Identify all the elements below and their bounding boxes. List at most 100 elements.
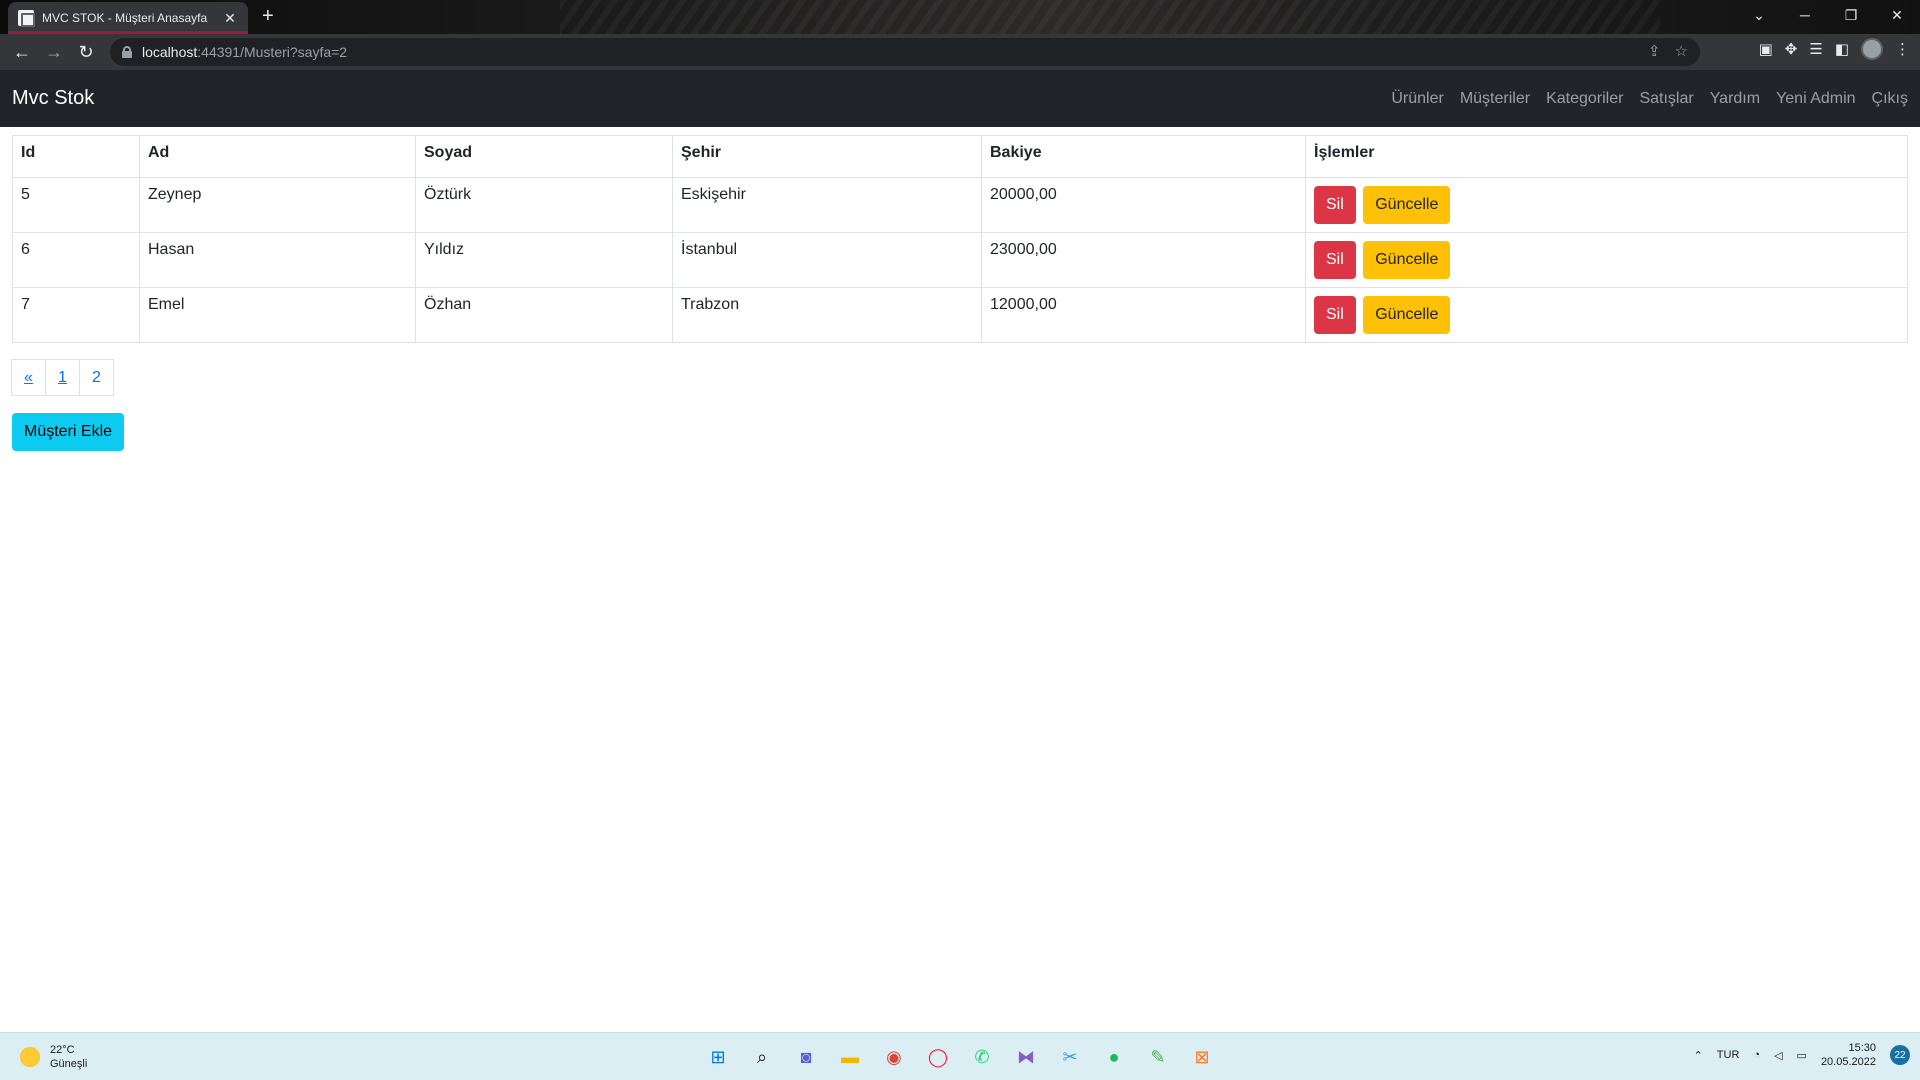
cell-soyad: Özhan [415, 287, 673, 343]
nav-links: Ürünler Müşteriler Kategoriler Satışlar … [1391, 90, 1908, 108]
page-link-2[interactable]: 2 [79, 359, 114, 396]
cell-sehir: Eskişehir [672, 177, 982, 233]
spotify-icon[interactable]: ● [1098, 1041, 1130, 1073]
cell-sehir: İstanbul [672, 232, 982, 288]
nav-link-yeni-admin[interactable]: Yeni Admin [1776, 90, 1855, 108]
cell-id: 5 [12, 177, 140, 233]
back-icon[interactable]: ← [6, 36, 38, 68]
browser-toolbar: ← → ↻ localhost:44391/Musteri?sayfa=2 ⇪ … [0, 34, 1920, 70]
cell-soyad: Öztürk [415, 177, 673, 233]
nav-link-kategoriler[interactable]: Kategoriler [1546, 90, 1623, 108]
browser-tab[interactable]: MVC STOK - Müşteri Anasayfa ✕ [8, 2, 248, 34]
cell-actions: Sil Güncelle [1305, 177, 1908, 233]
new-tab-icon[interactable]: + [262, 5, 274, 28]
table-row: 5 Zeynep Öztürk Eskişehir 20000,00 Sil G… [12, 177, 1908, 233]
opera-icon[interactable]: ◯ [922, 1041, 954, 1073]
language-indicator[interactable]: TUR [1717, 1049, 1740, 1061]
page-prev-link[interactable]: « [11, 359, 46, 396]
column-header-sehir: Şehir [672, 135, 982, 178]
cell-sehir: Trabzon [672, 287, 982, 343]
reading-list-icon[interactable]: ☰ [1809, 40, 1822, 58]
delete-button[interactable]: Sil [1314, 241, 1356, 279]
star-icon[interactable]: ☆ [1675, 42, 1688, 60]
chrome-icon[interactable]: ◉ [878, 1041, 910, 1073]
delete-button[interactable]: Sil [1314, 186, 1356, 224]
chevron-up-icon[interactable]: ⌃ [1694, 1049, 1703, 1062]
column-header-bakiye: Bakiye [981, 135, 1306, 178]
update-button[interactable]: Güncelle [1363, 296, 1451, 334]
sun-icon [20, 1047, 40, 1067]
add-customer-button[interactable]: Müşteri Ekle [12, 413, 125, 451]
profile-avatar[interactable] [1861, 38, 1883, 60]
xampp-icon[interactable]: ⊠ [1186, 1041, 1218, 1073]
table-row: 7 Emel Özhan Trabzon 12000,00 Sil Güncel… [12, 287, 1908, 343]
url-host: localhost [142, 44, 198, 60]
page-icon [18, 10, 35, 27]
weather-condition: Güneşli [50, 1058, 88, 1070]
customer-table: Id Ad Soyad Şehir Bakiye İşlemler 5 Zeyn… [12, 135, 1908, 343]
forward-icon[interactable]: → [38, 36, 70, 68]
cell-bakiye: 23000,00 [981, 232, 1306, 288]
whatsapp-icon[interactable]: ✆ [966, 1041, 998, 1073]
side-panel-icon[interactable]: ◧ [1835, 40, 1849, 58]
notification-badge[interactable]: 22 [1890, 1045, 1910, 1065]
date: 20.05.2022 [1820, 1056, 1876, 1068]
close-window-icon[interactable]: ✕ [1874, 0, 1920, 30]
battery-icon[interactable]: ▭ [1797, 1049, 1807, 1062]
restore-icon[interactable]: ❐ [1828, 0, 1874, 30]
taskbar: 22°C Güneşli ⊞ ⌕ ◙ ▬ ◉ ◯ ✆ ⧓ ✂ ● ✎ ⊠ ⌃ T… [0, 1032, 1920, 1080]
nav-link-satislar[interactable]: Satışlar [1639, 90, 1693, 108]
snipping-tool-icon[interactable]: ✂ [1054, 1041, 1086, 1073]
weather-widget[interactable]: 22°C Güneşli [20, 1043, 87, 1071]
main-content: Id Ad Soyad Şehir Bakiye İşlemler 5 Zeyn… [12, 135, 1908, 343]
url-path: :44391/Musteri?sayfa=2 [197, 44, 348, 60]
cell-bakiye: 12000,00 [981, 287, 1306, 343]
table-row: 6 Hasan Yıldız İstanbul 23000,00 Sil Gün… [12, 232, 1908, 288]
cell-actions: Sil Güncelle [1305, 232, 1908, 288]
taskbar-apps: ⊞ ⌕ ◙ ▬ ◉ ◯ ✆ ⧓ ✂ ● ✎ ⊠ [702, 1041, 1218, 1073]
browser-titlebar: MVC STOK - Müşteri Anasayfa ✕ + ⌄ ─ ❐ ✕ [0, 0, 1920, 34]
brand-link[interactable]: Mvc Stok [12, 87, 94, 110]
temperature: 22°C [50, 1044, 75, 1056]
time: 15:30 [1848, 1042, 1876, 1054]
cell-ad: Emel [139, 287, 416, 343]
cell-ad: Zeynep [139, 177, 416, 233]
wifi-icon[interactable]: ◔ [1753, 1049, 1760, 1061]
tab-search-icon[interactable]: ⌄ [1736, 0, 1782, 30]
cell-ad: Hasan [139, 232, 416, 288]
clock[interactable]: 15:30 20.05.2022 [1821, 1041, 1876, 1069]
nav-link-urunler[interactable]: Ürünler [1391, 90, 1443, 108]
share-icon[interactable]: ⇪ [1648, 42, 1661, 60]
table-header-row: Id Ad Soyad Şehir Bakiye İşlemler [12, 135, 1908, 178]
close-icon[interactable]: ✕ [222, 10, 238, 27]
teams-icon[interactable]: ◙ [790, 1041, 822, 1073]
media-icon[interactable]: ▣ [1759, 40, 1773, 58]
delete-button[interactable]: Sil [1314, 296, 1356, 334]
start-icon[interactable]: ⊞ [702, 1041, 734, 1073]
column-header-islemler: İşlemler [1305, 135, 1908, 178]
cell-id: 7 [12, 287, 140, 343]
extensions-icon[interactable]: ✥ [1785, 40, 1798, 58]
nav-link-yardim[interactable]: Yardım [1710, 90, 1760, 108]
tab-title: MVC STOK - Müşteri Anasayfa [42, 11, 208, 25]
volume-icon[interactable]: ◁ [1774, 1049, 1782, 1062]
system-tray: ⌃ TUR ◔ ◁ ▭ 15:30 20.05.2022 22 [1694, 1041, 1910, 1069]
nav-link-musteriler[interactable]: Müşteriler [1460, 90, 1530, 108]
minimize-icon[interactable]: ─ [1782, 0, 1828, 30]
menu-icon[interactable]: ⋮ [1895, 40, 1910, 58]
search-icon[interactable]: ⌕ [746, 1041, 778, 1073]
cell-soyad: Yıldız [415, 232, 673, 288]
file-explorer-icon[interactable]: ▬ [834, 1041, 866, 1073]
column-header-soyad: Soyad [415, 135, 673, 178]
reload-icon[interactable]: ↻ [70, 36, 102, 68]
address-bar[interactable]: localhost:44391/Musteri?sayfa=2 ⇪ ☆ [110, 38, 1700, 66]
page-link-1[interactable]: 1 [45, 359, 80, 396]
update-button[interactable]: Güncelle [1363, 186, 1451, 224]
cell-actions: Sil Güncelle [1305, 287, 1908, 343]
nav-link-cikis[interactable]: Çıkış [1872, 90, 1908, 108]
cell-id: 6 [12, 232, 140, 288]
lock-icon[interactable] [122, 46, 132, 58]
notepad-icon[interactable]: ✎ [1142, 1041, 1174, 1073]
visual-studio-icon[interactable]: ⧓ [1010, 1041, 1042, 1073]
update-button[interactable]: Güncelle [1363, 241, 1451, 279]
